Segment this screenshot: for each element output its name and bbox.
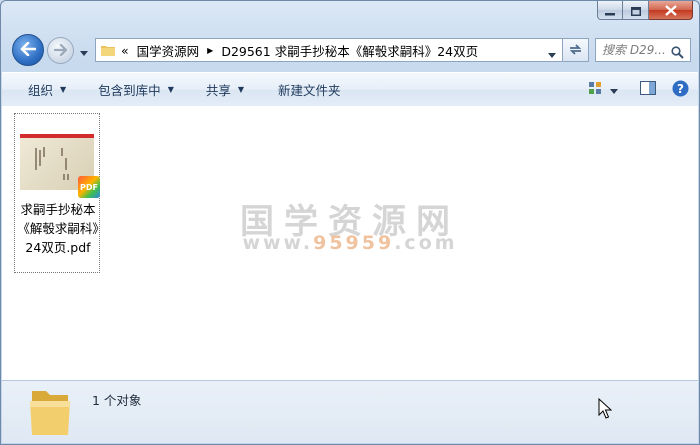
caption-buttons [597, 1, 693, 21]
view-dropdown[interactable] [608, 80, 620, 100]
watermark-url-number: 95959 [313, 232, 395, 254]
search-icon[interactable] [671, 44, 684, 63]
folder-icon [101, 46, 115, 56]
address-dropdown-icon[interactable] [548, 46, 556, 61]
search-input[interactable] [602, 43, 672, 57]
new-folder-button[interactable]: 新建文件夹 [256, 73, 353, 106]
maximize-button[interactable] [623, 1, 649, 20]
watermark-url-prefix: www. [242, 232, 314, 254]
breadcrumb-item-current[interactable]: D29561 求嗣手抄秘本《解彀求嗣科》24双页 [221, 41, 478, 60]
view-options-button[interactable] [586, 80, 606, 100]
forward-arrow-icon [53, 41, 68, 60]
help-button[interactable]: ? [670, 80, 690, 100]
caret-down-icon: ▼ [167, 85, 174, 94]
navigation-bar: « 国学资源网 ▶ D29561 求嗣手抄秘本《解彀求嗣科》24双页 [9, 34, 691, 68]
breadcrumb-item-root[interactable]: 国学资源网 [137, 41, 200, 60]
address-bar[interactable]: « 国学资源网 ▶ D29561 求嗣手抄秘本《解彀求嗣科》24双页 [95, 38, 563, 62]
new-folder-label: 新建文件夹 [278, 83, 341, 98]
manuscript-preview-icon [35, 147, 69, 180]
include-in-library-menu[interactable]: 包含到库中 ▼ [78, 73, 186, 106]
chevron-down-icon [80, 41, 88, 60]
recent-pages-dropdown[interactable] [78, 42, 90, 58]
watermark-url: www.95959.com [2, 232, 698, 254]
view-grid-icon [589, 81, 603, 98]
details-pane: 1 个对象 [2, 380, 698, 443]
close-icon [664, 1, 677, 20]
search-box[interactable] [595, 38, 691, 62]
file-list-pane[interactable]: 国学资源网 www.95959.com PDF 求嗣手抄秘本《解彀求嗣科》24双… [2, 106, 698, 380]
pdf-badge-icon: PDF [78, 176, 100, 198]
toolbar-right: ? [576, 73, 690, 106]
minimize-icon [605, 1, 615, 20]
refresh-icon [568, 41, 583, 60]
command-bar: 组织 ▼ 包含到库中 ▼ 共享 ▼ 新建文件夹 ? [2, 72, 698, 107]
include-in-library-label: 包含到库中 [98, 83, 161, 98]
maximize-icon [630, 1, 641, 20]
file-item-pdf[interactable]: PDF 求嗣手抄秘本《解彀求嗣科》24双页.pdf [14, 113, 100, 273]
folder-large-icon [30, 391, 70, 435]
share-label: 共享 [205, 83, 231, 98]
chevron-down-icon [610, 82, 618, 97]
breadcrumb-separator-icon[interactable]: ▶ [207, 46, 213, 55]
share-menu[interactable]: 共享 ▼ [186, 73, 256, 106]
close-button[interactable] [649, 1, 693, 20]
breadcrumb-prefix[interactable]: « [121, 43, 129, 58]
back-button[interactable] [12, 34, 44, 66]
preview-pane-icon [640, 81, 656, 98]
caret-down-icon: ▼ [60, 85, 67, 94]
mouse-cursor-icon [598, 398, 612, 419]
refresh-button[interactable] [563, 38, 589, 62]
svg-text:?: ? [677, 82, 684, 96]
preview-pane-button[interactable] [638, 80, 658, 100]
watermark-url-suffix: .com [394, 232, 458, 254]
forward-button[interactable] [47, 37, 74, 64]
help-icon: ? [672, 80, 689, 100]
file-name[interactable]: 求嗣手抄秘本《解彀求嗣科》24双页.pdf [15, 200, 101, 257]
item-count: 1 个对象 [92, 393, 142, 408]
explorer-window: « 国学资源网 ▶ D29561 求嗣手抄秘本《解彀求嗣科》24双页 组织 ▼ 包… [0, 0, 700, 445]
minimize-button[interactable] [597, 1, 623, 20]
back-arrow-icon [20, 41, 37, 60]
caret-down-icon: ▼ [237, 85, 245, 94]
organize-menu[interactable]: 组织 ▼ [2, 73, 78, 106]
organize-label: 组织 [28, 83, 54, 98]
